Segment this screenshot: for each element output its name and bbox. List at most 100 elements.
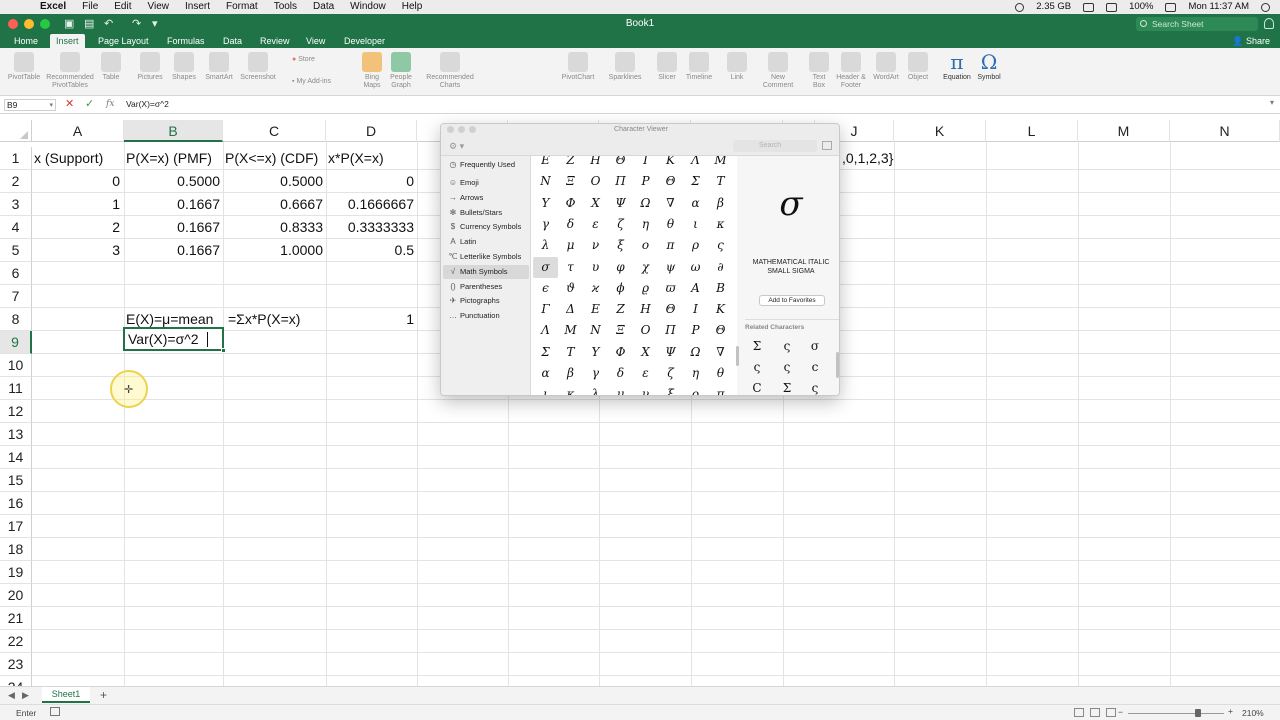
character-cell[interactable]: κ (558, 384, 583, 395)
character-cell[interactable]: Ν (533, 171, 558, 192)
zoom-in-button[interactable]: + (1228, 706, 1233, 716)
spotlight-icon[interactable] (1261, 2, 1270, 12)
character-cell[interactable]: ν (583, 235, 608, 256)
character-cell[interactable]: η (633, 214, 658, 235)
link-button[interactable]: Link (726, 52, 748, 82)
character-cell[interactable]: Χ (583, 193, 608, 214)
airplay-icon[interactable] (1106, 2, 1118, 12)
cell-a4[interactable]: 2 (32, 216, 120, 239)
character-cell[interactable]: Π (608, 171, 633, 192)
character-cell[interactable]: γ (583, 363, 608, 384)
tab-home[interactable]: Home (8, 34, 44, 48)
character-cell[interactable]: Θ (658, 299, 683, 320)
character-cell[interactable]: Ο (583, 171, 608, 192)
related-character[interactable]: Σ (747, 336, 767, 356)
character-cell[interactable]: Λ (533, 320, 558, 341)
user-icon[interactable] (1264, 18, 1274, 29)
character-cell[interactable]: π (708, 384, 733, 395)
zoom-slider-thumb[interactable] (1195, 709, 1201, 717)
bing-maps-button[interactable]: Bing Maps (360, 52, 384, 90)
tab-page-layout[interactable]: Page Layout (92, 34, 155, 48)
character-cell[interactable]: Χ (633, 342, 658, 363)
character-cell[interactable]: χ (633, 257, 658, 278)
fill-handle[interactable] (221, 348, 226, 353)
cell-d2[interactable]: 0 (326, 170, 414, 193)
character-cell[interactable]: ϑ (558, 278, 583, 299)
cell-b1[interactable]: P(X=x) (PMF) (124, 147, 223, 170)
character-viewer-titlebar[interactable]: Character Viewer (441, 124, 839, 136)
related-character[interactable]: c (805, 357, 825, 377)
cell-a5[interactable]: 3 (32, 239, 120, 262)
character-cell[interactable]: φ (608, 257, 633, 278)
character-cell[interactable]: Φ (558, 193, 583, 214)
row-header-4[interactable]: 4 (0, 216, 32, 239)
pivottable-button[interactable]: PivotTable (6, 52, 42, 82)
character-cell[interactable]: Υ (583, 342, 608, 363)
column-header-a[interactable]: A (32, 120, 124, 142)
text-box-button[interactable]: Text Box (808, 52, 830, 90)
related-character[interactable]: σ (805, 336, 825, 356)
row-header-21[interactable]: 21 (0, 607, 32, 630)
add-sheet-button[interactable]: + (100, 688, 107, 702)
previous-sheet-icon[interactable]: ◀ (8, 690, 15, 701)
category-emoji[interactable]: ☺ Emoji (443, 176, 529, 190)
recommended-pivottables-button[interactable]: Recommended PivotTables (44, 52, 96, 90)
character-cell[interactable]: Τ (708, 171, 733, 192)
character-cell[interactable]: ∂ (708, 257, 733, 278)
category-letterlike-symbols[interactable]: ℃ Letterlike Symbols (443, 250, 529, 264)
cell-a2[interactable]: 0 (32, 170, 120, 193)
sheet-tab-sheet1[interactable]: Sheet1 (42, 687, 90, 703)
character-cell[interactable]: Η (583, 156, 608, 171)
row-header-7[interactable]: 7 (0, 285, 32, 308)
screenshot-button[interactable]: Screenshot (238, 52, 278, 82)
character-cell[interactable]: Σ (683, 171, 708, 192)
character-cell[interactable]: ϵ (533, 278, 558, 299)
slicer-button[interactable]: Slicer (654, 52, 680, 82)
character-cell[interactable]: Θ (708, 320, 733, 341)
menu-data[interactable]: Data (313, 0, 334, 14)
cv-minimize-button[interactable] (458, 126, 465, 133)
pivotchart-button[interactable]: PivotChart (558, 52, 598, 82)
character-cell[interactable]: Α (683, 278, 708, 299)
menu-app-excel[interactable]: Excel (40, 0, 66, 14)
people-graph-button[interactable]: People Graph (387, 52, 415, 90)
character-cell[interactable]: Ζ (608, 299, 633, 320)
related-character[interactable]: ς (777, 357, 797, 377)
category-math-symbols[interactable]: √ Math Symbols (443, 265, 529, 279)
cell-d3[interactable]: 0.1666667 (326, 193, 414, 216)
cell-b4[interactable]: 0.1667 (124, 216, 220, 239)
row-header-2[interactable]: 2 (0, 170, 32, 193)
character-cell[interactable]: Λ (683, 156, 708, 171)
character-cell[interactable]: π (658, 235, 683, 256)
cell-c1[interactable]: P(X<=x) (CDF) (223, 147, 326, 170)
related-scrollbar-thumb[interactable] (836, 352, 839, 378)
related-character[interactable]: ς (805, 378, 825, 395)
character-cell[interactable]: Μ (708, 156, 733, 171)
character-cell[interactable]: υ (583, 257, 608, 278)
character-cell[interactable]: Θ (658, 171, 683, 192)
cloud-icon[interactable] (1083, 2, 1095, 12)
character-cell[interactable]: Ζ (558, 156, 583, 171)
category-parentheses[interactable]: () Parentheses (443, 280, 529, 294)
character-cell[interactable]: ξ (608, 235, 633, 256)
table-button[interactable]: Table (99, 52, 123, 82)
timeline-button[interactable]: Timeline (682, 52, 716, 82)
character-cell[interactable]: Ξ (558, 171, 583, 192)
expand-view-icon[interactable] (822, 141, 832, 150)
character-cell[interactable]: ς (708, 235, 733, 256)
confirm-entry-icon[interactable]: ✓ (85, 97, 94, 110)
tab-developer[interactable]: Developer (338, 34, 391, 48)
memory-readout[interactable]: 2.35 GB (1036, 0, 1071, 14)
cell-d5[interactable]: 0.5 (326, 239, 414, 262)
row-header-20[interactable]: 20 (0, 584, 32, 607)
cell-c2[interactable]: 0.5000 (223, 170, 323, 193)
tab-view[interactable]: View (300, 34, 331, 48)
tab-formulas[interactable]: Formulas (161, 34, 211, 48)
row-header-5[interactable]: 5 (0, 239, 32, 262)
related-character[interactable]: Σ (777, 378, 797, 395)
character-cell[interactable]: ε (633, 363, 658, 384)
category-arrows[interactable]: → Arrows (443, 191, 529, 205)
character-cell[interactable]: Ρ (683, 320, 708, 341)
equation-button[interactable]: π Equation (940, 52, 974, 82)
macro-record-icon[interactable] (50, 707, 60, 716)
